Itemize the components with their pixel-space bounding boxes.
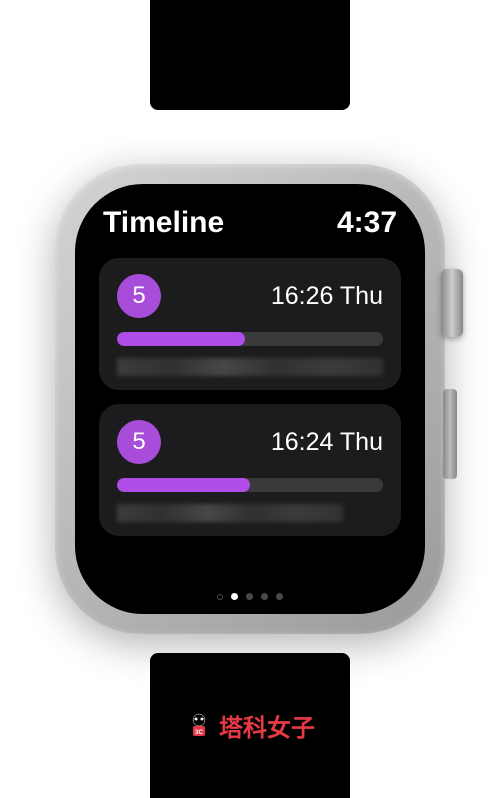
watch-screen: Timeline 4:37 5 16:26 Thu [75, 184, 425, 614]
progress-fill [117, 478, 250, 492]
timeline-card[interactable]: 5 16:26 Thu [99, 258, 401, 390]
page-indicator[interactable] [217, 593, 283, 600]
page-dot-active [231, 593, 238, 600]
brand-logo: 3C 塔科女子 [185, 708, 315, 743]
watch-case: Timeline 4:37 5 16:26 Thu [55, 164, 445, 634]
timeline-list: 5 16:26 Thu 5 16:24 Thu [99, 258, 401, 536]
watch-band-top [150, 0, 350, 110]
progress-bar [117, 332, 383, 346]
card-header-row: 5 16:26 Thu [117, 274, 383, 318]
header: Timeline 4:37 [99, 206, 401, 240]
page-title: Timeline [103, 206, 224, 240]
progress-fill [117, 332, 245, 346]
digital-crown[interactable] [441, 269, 463, 337]
page-dot [246, 593, 253, 600]
card-header-row: 5 16:24 Thu [117, 420, 383, 464]
side-button[interactable] [443, 389, 457, 479]
timeline-card[interactable]: 5 16:24 Thu [99, 404, 401, 536]
badge-value: 5 [132, 282, 145, 310]
page-dot [261, 593, 268, 600]
watch-band-bottom: 3C 塔科女子 [150, 653, 350, 798]
svg-text:3C: 3C [195, 730, 203, 736]
badge-value: 5 [132, 428, 145, 456]
timestamp-label: 16:24 Thu [271, 428, 383, 457]
redacted-text [117, 504, 343, 522]
count-badge: 5 [117, 274, 161, 318]
clock-time: 4:37 [337, 206, 397, 240]
brand-text: 塔科女子 [219, 708, 315, 743]
page-dot [217, 594, 223, 600]
page-dot [276, 593, 283, 600]
progress-bar [117, 478, 383, 492]
count-badge: 5 [117, 420, 161, 464]
redacted-text [117, 358, 383, 376]
brand-mascot-icon: 3C [185, 712, 213, 740]
timestamp-label: 16:26 Thu [271, 282, 383, 311]
